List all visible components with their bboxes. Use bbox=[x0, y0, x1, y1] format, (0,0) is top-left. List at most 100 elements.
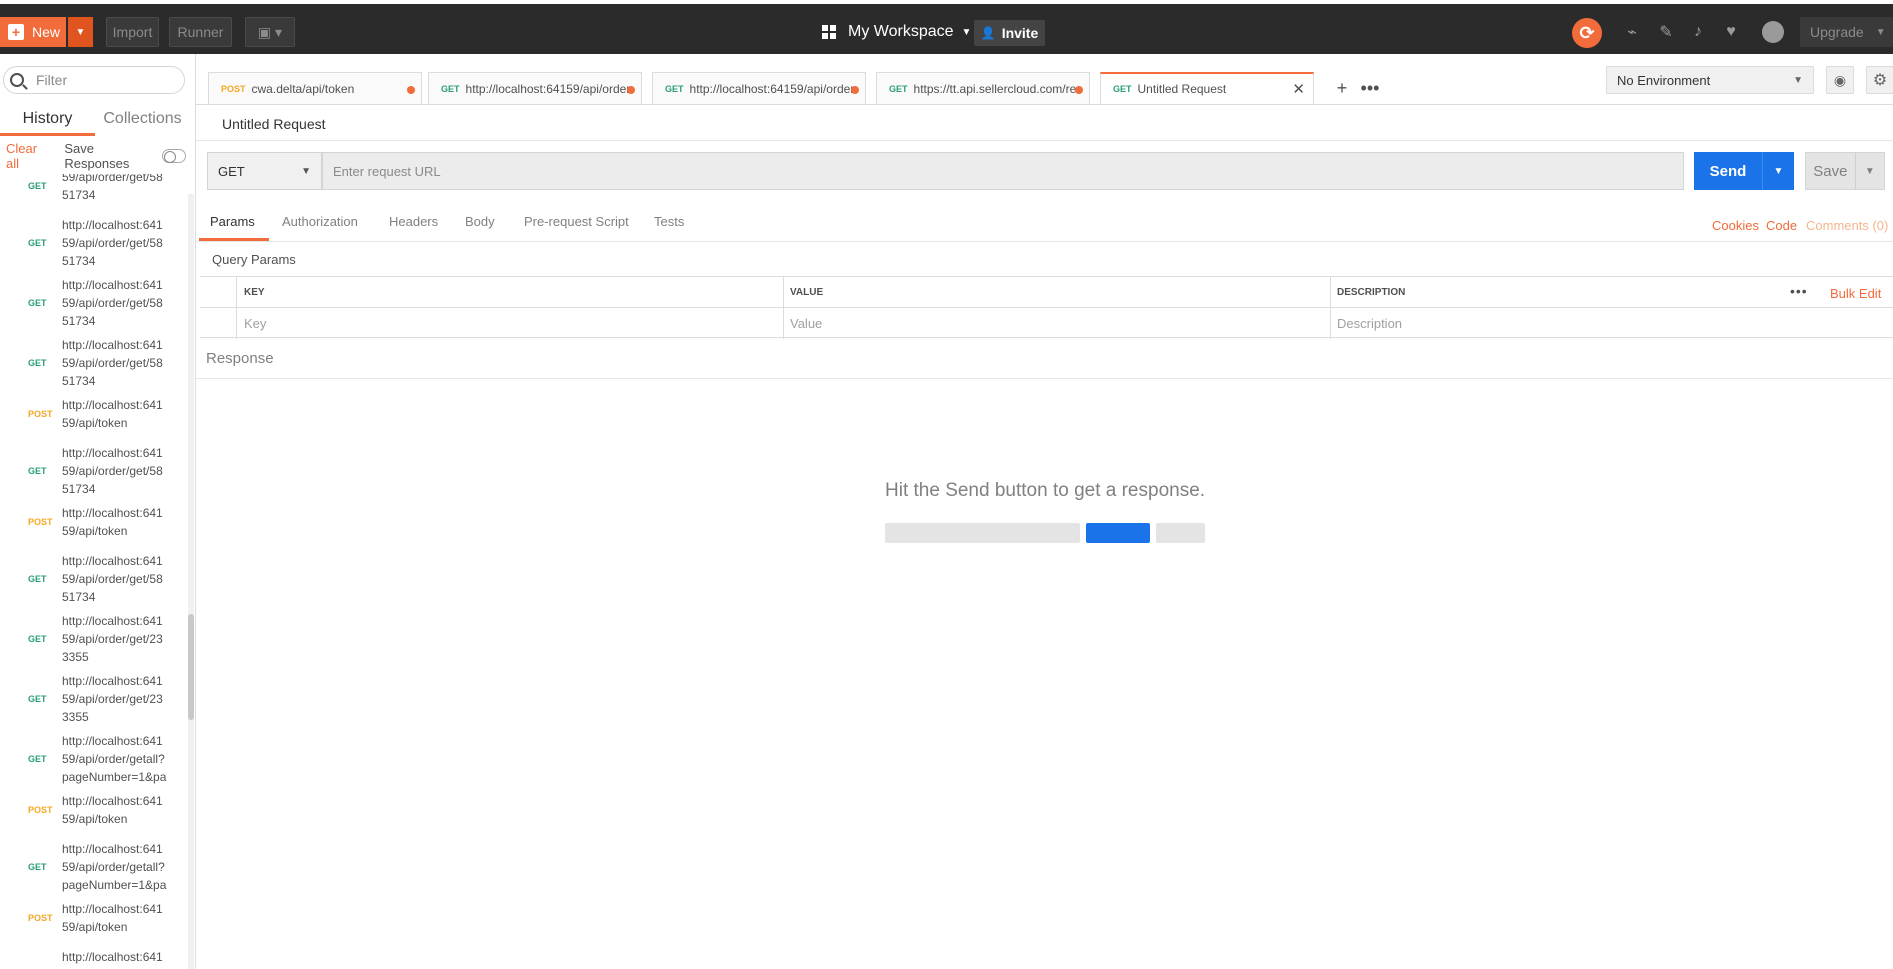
history-item[interactable]: GET http://localhost:641 59/api/order/get/… bbox=[0, 336, 188, 390]
workspace-switcher[interactable]: My Workspace ▼ bbox=[822, 20, 971, 44]
bulk-edit-link[interactable]: Bulk Edit bbox=[1830, 286, 1881, 301]
value-input[interactable] bbox=[790, 316, 1320, 331]
history-url-line: http://localhost:641 bbox=[62, 338, 163, 352]
invite-button[interactable]: 👤 Invite bbox=[974, 20, 1045, 46]
history-url: http://localhost:641 bbox=[62, 948, 182, 966]
wrench-icon[interactable]: ✎ bbox=[1656, 22, 1676, 42]
history-item[interactable]: GET http://localhost:641 59/api/order/get/… bbox=[0, 552, 188, 606]
url-input[interactable] bbox=[322, 152, 1684, 190]
bell-icon[interactable]: ♪ bbox=[1688, 22, 1708, 42]
history-url-line: 59/api/token bbox=[62, 812, 128, 826]
save-responses-label: Save Responses bbox=[64, 141, 130, 171]
tab-body[interactable]: Body bbox=[465, 214, 495, 229]
divider bbox=[196, 378, 1893, 379]
method-select[interactable]: GET ▼ bbox=[207, 152, 322, 190]
clear-all-link[interactable]: Clear all bbox=[6, 141, 50, 171]
save-label: Save bbox=[1813, 162, 1848, 180]
request-tab[interactable]: POST cwa.delta/api/token bbox=[208, 72, 422, 104]
history-url: http://localhost:641 59/api/order/get/58 5… bbox=[62, 444, 182, 498]
history-url-line: http://localhost:641 bbox=[62, 554, 163, 568]
column-header-description: DESCRIPTION bbox=[1337, 287, 1406, 298]
request-tab[interactable]: GET http://localhost:64159/api/order. bbox=[652, 72, 866, 104]
history-item[interactable]: POST http://localhost:641 59/api/token bbox=[0, 396, 188, 432]
add-tab-icon[interactable]: + bbox=[1330, 76, 1354, 100]
key-input[interactable] bbox=[244, 316, 774, 331]
top-bar: + New ▼ Import Runner ▣ ▾ My Workspace ▼ … bbox=[0, 4, 1893, 54]
send-button[interactable]: Send ▼ bbox=[1694, 152, 1794, 190]
column-divider bbox=[1330, 277, 1331, 339]
history-item[interactable]: GET 59/api/order/get/58 51734 bbox=[0, 174, 188, 204]
upgrade-label: Upgrade bbox=[1810, 24, 1864, 40]
avatar[interactable] bbox=[1762, 21, 1784, 43]
chevron-down-icon[interactable]: ▼ bbox=[1762, 152, 1794, 190]
tab-title: http://localhost:64159/api/order. bbox=[689, 81, 857, 96]
tab-authorization[interactable]: Authorization bbox=[282, 214, 358, 229]
more-icon[interactable]: ••• bbox=[1358, 76, 1382, 100]
history-item[interactable]: GET http://localhost:641 59/api/order/get/… bbox=[0, 444, 188, 498]
history-item[interactable]: POST http://localhost:641 59/api/token bbox=[0, 504, 188, 540]
chevron-down-icon: ▼ bbox=[961, 26, 972, 38]
new-button[interactable]: + New ▼ bbox=[0, 17, 93, 47]
history-url-line: http://localhost:641 bbox=[62, 902, 163, 916]
history-item[interactable]: GET http://localhost:641 59/api/order/geta… bbox=[0, 840, 188, 894]
tab-tests[interactable]: Tests bbox=[654, 214, 684, 229]
environment-select[interactable]: No Environment ▼ bbox=[1606, 66, 1814, 94]
method-label: GET bbox=[218, 163, 245, 179]
history-item[interactable]: POST http://localhost:641 59/api/token bbox=[0, 900, 188, 936]
history-method: GET bbox=[28, 862, 47, 872]
tab-headers[interactable]: Headers bbox=[389, 214, 438, 229]
new-window-button[interactable]: ▣ ▾ bbox=[245, 17, 295, 47]
save-button[interactable]: Save ▼ bbox=[1805, 152, 1885, 190]
eye-icon[interactable]: ◉ bbox=[1826, 66, 1854, 94]
history-item[interactable]: GET http://localhost:641 59/api/order/geta… bbox=[0, 732, 188, 786]
satellite-icon[interactable]: ⌁ bbox=[1622, 22, 1642, 42]
invite-label: Invite bbox=[1001, 25, 1039, 41]
tab-pre-request-script[interactable]: Pre-request Script bbox=[524, 214, 629, 229]
save-responses-toggle[interactable] bbox=[161, 149, 186, 163]
heart-icon[interactable]: ♥ bbox=[1721, 22, 1741, 42]
table-header-row bbox=[200, 277, 1893, 308]
request-tab[interactable]: GET https://tt.api.sellercloud.com/res bbox=[876, 72, 1090, 104]
tab-title: https://tt.api.sellercloud.com/res bbox=[913, 81, 1080, 96]
tab-params[interactable]: Params bbox=[210, 214, 255, 229]
history-url: http://localhost:641 59/api/order/get/58 5… bbox=[62, 216, 182, 270]
close-icon[interactable]: ✕ bbox=[1292, 80, 1305, 98]
tab-collections[interactable]: Collections bbox=[95, 104, 190, 136]
history-scrollbar[interactable] bbox=[188, 194, 194, 969]
request-title[interactable]: Untitled Request bbox=[222, 116, 326, 132]
cookies-link[interactable]: Cookies bbox=[1712, 218, 1759, 233]
request-tab[interactable]: GET http://localhost:64159/api/order. bbox=[428, 72, 642, 104]
runner-button[interactable]: Runner bbox=[169, 17, 232, 47]
history-url: http://localhost:641 59/api/token bbox=[62, 792, 182, 828]
history-item[interactable]: POST http://localhost:641 59/api/token bbox=[0, 792, 188, 828]
history-item[interactable]: GET http://localhost:641 59/api/order/get/… bbox=[0, 612, 188, 666]
unsaved-dot-icon bbox=[627, 86, 635, 94]
history-item[interactable]: GET http://localhost:641 59/api/order/get/… bbox=[0, 216, 188, 270]
history-item[interactable]: http://localhost:641 bbox=[0, 948, 188, 966]
history-method: GET bbox=[28, 181, 47, 191]
new-dropdown-caret[interactable]: ▼ bbox=[68, 17, 93, 47]
description-input[interactable] bbox=[1337, 316, 1867, 331]
upgrade-button[interactable]: Upgrade ▼ bbox=[1800, 17, 1893, 47]
scrollbar-thumb[interactable] bbox=[188, 614, 194, 720]
history-item[interactable]: GET http://localhost:641 59/api/order/get/… bbox=[0, 276, 188, 330]
query-params-title: Query Params bbox=[212, 252, 296, 267]
filter-input[interactable] bbox=[36, 72, 176, 88]
more-icon[interactable]: ••• bbox=[1790, 283, 1808, 299]
history-item[interactable]: GET http://localhost:641 59/api/order/get/… bbox=[0, 672, 188, 726]
history-url-line: 59/api/order/get/58 bbox=[62, 296, 163, 310]
sidebar-tabs: History Collections bbox=[0, 104, 190, 136]
code-link[interactable]: Code bbox=[1766, 218, 1797, 233]
request-tab-active[interactable]: GET Untitled Request ✕ bbox=[1100, 72, 1314, 104]
sync-icon[interactable]: ⟳ bbox=[1572, 18, 1602, 48]
history-url-line: http://localhost:641 bbox=[62, 794, 163, 808]
tab-history[interactable]: History bbox=[0, 104, 95, 136]
active-tab-indicator bbox=[199, 238, 269, 241]
history-url-line: 59/api/order/getall? bbox=[62, 860, 165, 874]
import-button[interactable]: Import bbox=[106, 17, 159, 47]
comments-link[interactable]: Comments (0) bbox=[1806, 218, 1888, 233]
history-url-line: pageNumber=1&pa bbox=[62, 770, 167, 784]
gear-icon[interactable]: ⚙ bbox=[1866, 66, 1893, 94]
chevron-down-icon[interactable]: ▼ bbox=[1854, 153, 1884, 189]
history-url-line: 51734 bbox=[62, 314, 96, 328]
